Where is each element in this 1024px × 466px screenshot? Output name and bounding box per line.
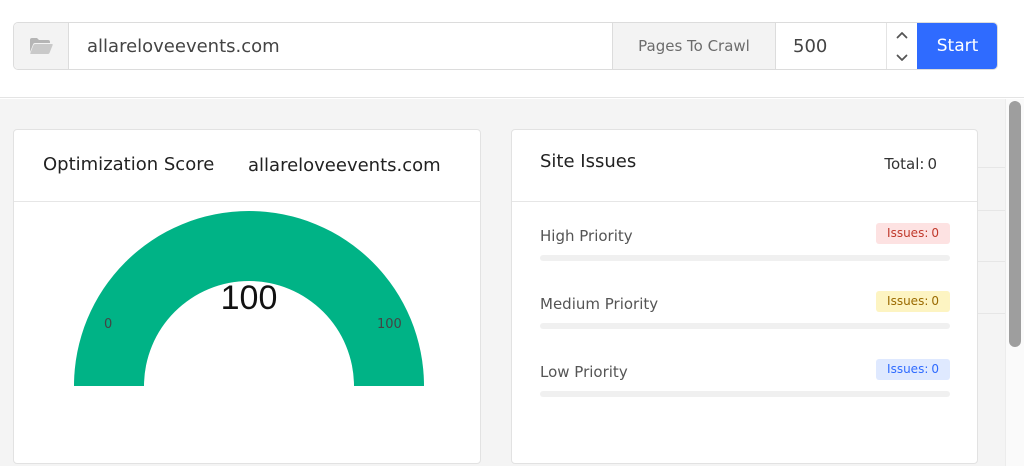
issues-total-value: 0 xyxy=(927,155,937,173)
issue-badge-medium: Issues: 0 xyxy=(876,291,950,312)
issue-label-medium: Medium Priority xyxy=(540,295,659,313)
issue-badge-count: 0 xyxy=(931,226,939,240)
issue-badge-low: Issues: 0 xyxy=(876,359,950,380)
divider xyxy=(978,167,1005,168)
issue-bar-low xyxy=(540,391,950,397)
step-up-button[interactable] xyxy=(887,23,917,46)
issue-badge-label: Issues: xyxy=(887,294,929,308)
score-card-title: Optimization Score xyxy=(43,154,215,175)
score-card-header: Optimization Score allareloveevents.com xyxy=(14,130,480,202)
pages-stepper xyxy=(886,23,917,69)
step-down-button[interactable] xyxy=(887,46,917,69)
issues-card-header: Site Issues Total: 0 xyxy=(512,130,977,202)
chevron-down-icon xyxy=(896,54,908,61)
issues-total: Total: 0 xyxy=(881,155,937,173)
start-button[interactable]: Start xyxy=(917,23,997,69)
divider xyxy=(978,261,1005,262)
issue-label-high: High Priority xyxy=(540,227,633,245)
issue-badge-label: Issues: xyxy=(887,226,929,240)
issues-card-title: Site Issues xyxy=(540,151,637,172)
divider xyxy=(978,313,1005,314)
page-scrollbar[interactable] xyxy=(1005,99,1024,466)
gauge-max-label: 100 xyxy=(377,317,402,332)
issue-bar-medium xyxy=(540,323,950,329)
site-issues-card: Site Issues Total: 0 High Priority Issues… xyxy=(511,129,978,464)
issue-label-low: Low Priority xyxy=(540,363,628,381)
issues-total-label: Total: xyxy=(884,155,925,173)
optimization-score-card: Optimization Score allareloveevents.com … xyxy=(13,129,481,464)
folder-icon xyxy=(30,38,53,54)
divider xyxy=(978,210,1005,211)
score-gauge xyxy=(74,211,424,386)
folder-button[interactable] xyxy=(14,23,69,69)
gauge-value: 100 xyxy=(220,279,278,317)
crawl-toolbar: Pages To Crawl Start xyxy=(0,0,1024,98)
gauge-min-label: 0 xyxy=(104,317,113,332)
issue-badge-high: Issues: 0 xyxy=(876,223,950,244)
dashboard-content: Optimization Score allareloveevents.com … xyxy=(0,99,1024,466)
issue-badge-label: Issues: xyxy=(887,362,929,376)
issue-bar-high xyxy=(540,255,950,261)
url-input[interactable] xyxy=(69,23,612,69)
chevron-up-icon xyxy=(896,31,908,38)
issue-badge-count: 0 xyxy=(931,294,939,308)
pages-to-crawl-input[interactable] xyxy=(776,23,886,69)
scrollbar-thumb[interactable] xyxy=(1009,101,1021,347)
score-card-domain: allareloveevents.com xyxy=(248,155,441,176)
pages-to-crawl-label: Pages To Crawl xyxy=(612,23,776,69)
issue-badge-count: 0 xyxy=(931,362,939,376)
crawl-input-group: Pages To Crawl Start xyxy=(13,22,998,70)
